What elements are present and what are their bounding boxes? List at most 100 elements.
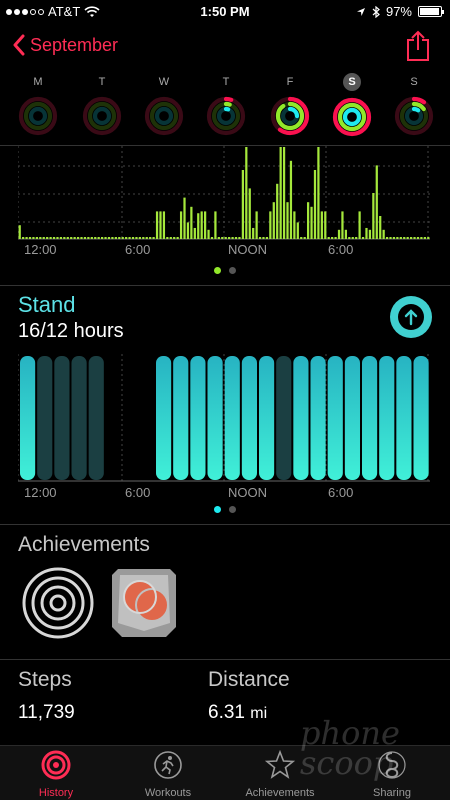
activity-bar xyxy=(56,237,59,239)
activity-bar xyxy=(324,211,327,239)
tab-history[interactable]: History xyxy=(0,750,112,799)
activity-bar xyxy=(155,211,159,239)
activity-bar xyxy=(361,237,365,239)
activity-bar xyxy=(204,211,207,239)
x-label: 12:00 xyxy=(24,485,57,500)
activity-bar xyxy=(389,237,392,239)
share-button[interactable] xyxy=(406,30,430,67)
activity-bar xyxy=(245,147,248,239)
stand-bar xyxy=(88,356,104,480)
activity-bar xyxy=(269,211,272,239)
day-2[interactable]: W xyxy=(140,72,188,141)
stand-bar xyxy=(379,356,395,480)
activity-bar xyxy=(231,237,234,239)
distance-value: 6.31 mi xyxy=(208,702,290,724)
stand-chart[interactable] xyxy=(18,354,430,482)
activity-bar xyxy=(255,211,258,239)
activity-chart[interactable] xyxy=(18,146,430,240)
activity-bar xyxy=(87,237,90,239)
stand-value: 16/12 hours xyxy=(18,320,124,343)
activity-bar xyxy=(265,237,269,239)
status-bar: AT&T 1:50 PM 97% xyxy=(0,0,450,24)
activity-bar xyxy=(272,202,275,239)
activity-bar xyxy=(179,211,183,239)
back-button[interactable]: September xyxy=(12,34,118,56)
activity-bar xyxy=(173,237,176,239)
activity-bar xyxy=(385,237,389,239)
activity-bar xyxy=(224,237,227,239)
activity-bar xyxy=(331,237,334,239)
day-5[interactable]: S xyxy=(328,72,376,142)
activity-bar xyxy=(101,237,104,239)
activity-bar xyxy=(355,237,358,239)
x-label: NOON xyxy=(228,485,267,500)
share-icon xyxy=(407,30,429,61)
activity-bar xyxy=(392,237,396,239)
activity-bar xyxy=(169,237,172,239)
activity-bar xyxy=(63,237,66,239)
day-4[interactable]: F xyxy=(266,72,314,141)
activity-bar xyxy=(317,147,320,239)
activity-bar xyxy=(344,229,347,239)
navigation-bar: September xyxy=(0,28,450,68)
activity-bar xyxy=(313,170,317,239)
activity-bar xyxy=(327,237,330,239)
stand-ring-button[interactable] xyxy=(390,296,432,338)
page-dot xyxy=(229,267,236,274)
distance-label: Distance xyxy=(208,668,290,691)
activity-bar xyxy=(152,237,155,239)
activity-bar xyxy=(42,237,45,239)
activity-bar xyxy=(166,237,169,239)
divider xyxy=(0,285,450,286)
x-label: 6:00 xyxy=(328,242,354,257)
tab-label: History xyxy=(38,787,74,799)
activity-bar xyxy=(70,237,73,239)
activity-bar xyxy=(423,237,426,239)
activity-bar xyxy=(296,222,299,239)
activity-rings-icon xyxy=(270,96,310,136)
x-label: 6:00 xyxy=(125,242,151,257)
rings-achievement-badge[interactable] xyxy=(20,567,96,639)
day-0[interactable]: M xyxy=(14,72,62,141)
activity-bar xyxy=(372,193,375,239)
day-1[interactable]: T xyxy=(78,72,126,141)
activity-bar xyxy=(210,237,214,239)
stand-bar xyxy=(54,356,70,480)
stand-bar xyxy=(37,356,53,480)
activity-bar xyxy=(131,237,135,239)
week-strip: MTWTFSS xyxy=(0,72,450,142)
activity-bar xyxy=(159,211,162,239)
stand-page-indicator[interactable] xyxy=(0,506,450,513)
stand-bar xyxy=(259,356,275,480)
activity-bar xyxy=(258,237,262,239)
distance-number: 6.31 xyxy=(208,702,245,723)
watermark: phone scoop xyxy=(300,717,450,782)
runner-icon xyxy=(154,751,182,779)
day-6[interactable]: S xyxy=(390,72,438,141)
activity-bar xyxy=(410,237,413,239)
tab-workouts[interactable]: Workouts xyxy=(112,750,224,799)
activity-bar xyxy=(238,237,241,239)
activity-bar xyxy=(300,237,303,239)
activity-bar xyxy=(111,237,114,239)
activity-bar xyxy=(289,160,293,239)
activity-page-indicator[interactable] xyxy=(0,267,450,274)
activity-bar xyxy=(310,206,313,239)
activity-bar xyxy=(379,216,382,239)
activity-bar xyxy=(221,237,224,239)
tab-label: Achievements xyxy=(245,787,315,799)
activity-bar xyxy=(248,188,251,239)
activity-rings-icon xyxy=(82,96,122,136)
activity-bar xyxy=(46,237,49,239)
stand-bar xyxy=(241,356,257,480)
x-label: 6:00 xyxy=(328,485,354,500)
stand-bar xyxy=(344,356,360,480)
activity-bar xyxy=(190,206,193,239)
stand-bar xyxy=(207,356,223,480)
activity-bar xyxy=(125,237,128,239)
day-3[interactable]: T xyxy=(202,72,250,141)
move-goal-achievement-badge[interactable] xyxy=(110,567,178,639)
activity-bar xyxy=(138,237,141,239)
activity-bar xyxy=(403,237,406,239)
watermark-line2: scoop xyxy=(300,744,394,782)
